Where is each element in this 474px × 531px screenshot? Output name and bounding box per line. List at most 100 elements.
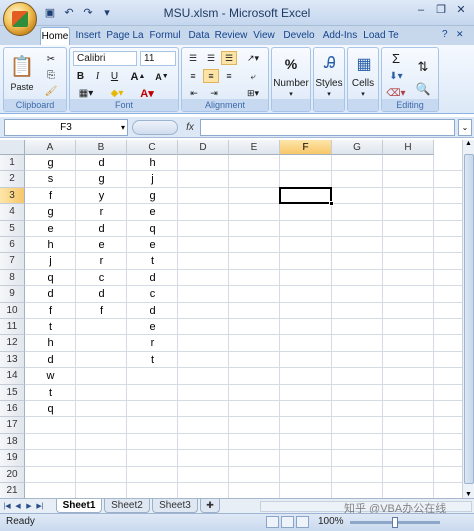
close-icon[interactable]: ✕ <box>452 3 470 19</box>
row-header[interactable]: 12 <box>0 335 25 352</box>
tab-add-ins[interactable]: Add-Ins <box>320 27 360 45</box>
cell-c13[interactable]: t <box>127 352 178 368</box>
cell-b10[interactable]: f <box>76 303 127 319</box>
row-header[interactable]: 9 <box>0 286 25 303</box>
restore-icon[interactable]: ❐ <box>432 3 450 19</box>
formula-input[interactable] <box>200 119 455 136</box>
paste-icon[interactable]: 📋 <box>8 50 36 82</box>
cell-c3[interactable]: g <box>127 188 178 204</box>
cell-a7[interactable]: j <box>25 253 76 269</box>
row-header[interactable]: 10 <box>0 302 25 319</box>
italic-button[interactable]: I <box>90 69 105 84</box>
increase-indent-icon[interactable]: ⇥ <box>205 86 223 100</box>
cells-button[interactable]: Cells <box>348 78 378 89</box>
cell-c11[interactable]: e <box>127 319 178 335</box>
sheet-tab-sheet3[interactable]: Sheet3 <box>152 499 198 513</box>
cell-a11[interactable]: t <box>25 319 76 335</box>
tab-formulas[interactable]: Formul <box>146 27 184 45</box>
fill-handle[interactable] <box>329 201 334 207</box>
align-right-icon[interactable]: ≡ <box>221 69 237 83</box>
borders-icon[interactable]: ▦▾ <box>73 86 99 100</box>
ribbon-close-icon[interactable]: ✕ <box>456 29 464 40</box>
cell-a15[interactable]: t <box>25 385 76 401</box>
cell-a5[interactable]: e <box>25 221 76 237</box>
cell-b1[interactable]: d <box>76 155 127 171</box>
row-header[interactable]: 4 <box>0 204 25 221</box>
formula-bar-splitter[interactable] <box>132 120 178 135</box>
cell-c8[interactable]: d <box>127 270 178 286</box>
row-header[interactable]: 17 <box>0 417 25 434</box>
chevron-down-icon[interactable]: ▾ <box>286 90 296 98</box>
cell-c5[interactable]: q <box>127 221 178 237</box>
tab-page-layout[interactable]: Page La <box>106 27 144 45</box>
clear-icon[interactable]: ⌫▾ <box>385 86 407 100</box>
row-header[interactable]: 7 <box>0 253 25 270</box>
cell-b8[interactable]: c <box>76 270 127 286</box>
row-header[interactable]: 16 <box>0 401 25 418</box>
shrink-font-icon[interactable]: A ▼ <box>152 69 172 84</box>
font-size-select[interactable]: 11 <box>140 51 176 66</box>
last-sheet-icon[interactable]: ▶| <box>35 501 45 512</box>
page-layout-view-icon[interactable] <box>281 516 294 528</box>
select-all-corner[interactable] <box>0 140 25 155</box>
row-header[interactable]: 3 <box>0 187 25 205</box>
cell-a12[interactable]: h <box>25 335 76 351</box>
column-header-d[interactable]: D <box>178 140 229 155</box>
sort-filter-icon[interactable]: ⇅ <box>411 56 435 78</box>
tab-developer[interactable]: Develo <box>280 27 318 45</box>
cells-icon[interactable]: ▦ <box>352 52 376 76</box>
number-format-button[interactable]: % <box>278 52 304 76</box>
row-header[interactable]: 1 <box>0 155 25 172</box>
insert-function-button[interactable]: fx <box>182 119 198 136</box>
wrap-text-icon[interactable]: ⤶ <box>242 69 264 83</box>
scroll-up-icon[interactable]: ▲ <box>465 140 472 147</box>
decrease-indent-icon[interactable]: ⇤ <box>185 86 203 100</box>
cell-b6[interactable]: e <box>76 237 127 253</box>
styles-button[interactable]: Styles <box>314 78 344 89</box>
row-header[interactable]: 21 <box>0 483 25 498</box>
row-header[interactable]: 2 <box>0 171 25 188</box>
styles-chevron-down-icon[interactable]: ▾ <box>324 90 334 98</box>
row-header[interactable]: 20 <box>0 466 25 483</box>
tab-view[interactable]: View <box>250 27 278 45</box>
copy-icon[interactable]: ⎘ <box>42 68 60 82</box>
styles-icon[interactable]: Ꭿ <box>318 52 342 76</box>
cell-a16[interactable]: q <box>25 401 76 417</box>
name-box[interactable]: F3 ▾ <box>4 119 128 136</box>
tab-data[interactable]: Data <box>186 27 212 45</box>
autosum-button[interactable]: Σ <box>385 51 407 66</box>
align-center-icon[interactable]: ≡ <box>203 69 219 83</box>
format-painter-icon[interactable]: 🖌 <box>42 84 60 98</box>
column-header-h[interactable]: H <box>383 140 434 155</box>
merge-center-icon[interactable]: ⊞▾ <box>242 86 264 100</box>
cell-c1[interactable]: h <box>127 155 178 171</box>
cell-a8[interactable]: q <box>25 270 76 286</box>
underline-button[interactable]: U <box>107 69 122 84</box>
worksheet-grid[interactable]: ABCDEFGH1gdh2sgj3fyg4gre5edq6hee7jrt8qcd… <box>0 140 462 498</box>
bold-button[interactable]: B <box>73 69 88 84</box>
prev-sheet-icon[interactable]: ◀ <box>13 501 23 512</box>
paste-button[interactable]: Paste <box>6 82 38 92</box>
row-header[interactable]: 5 <box>0 220 25 237</box>
orientation-icon[interactable]: ↗▾ <box>242 51 264 65</box>
fill-color-icon[interactable]: ◆▾ <box>104 86 130 100</box>
zoom-level[interactable]: 100% <box>318 516 344 527</box>
cell-c9[interactable]: c <box>127 286 178 302</box>
cell-a4[interactable]: g <box>25 204 76 220</box>
first-sheet-icon[interactable]: |◀ <box>2 501 12 512</box>
tab-insert[interactable]: Insert <box>72 27 104 45</box>
row-header[interactable]: 8 <box>0 269 25 287</box>
cell-b4[interactable]: r <box>76 204 127 220</box>
page-break-view-icon[interactable] <box>296 516 309 528</box>
column-header-e[interactable]: E <box>229 140 280 155</box>
row-header[interactable]: 15 <box>0 384 25 401</box>
cell-a6[interactable]: h <box>25 237 76 253</box>
align-left-icon[interactable]: ≡ <box>185 69 201 83</box>
row-header[interactable]: 13 <box>0 351 25 369</box>
cell-a9[interactable]: d <box>25 286 76 302</box>
column-header-b[interactable]: B <box>76 140 127 155</box>
bottom-align-icon[interactable]: ☰ <box>221 51 237 65</box>
top-align-icon[interactable]: ☰ <box>185 51 201 65</box>
fill-icon[interactable]: ⬇▾ <box>385 69 407 84</box>
cell-a1[interactable]: g <box>25 155 76 171</box>
